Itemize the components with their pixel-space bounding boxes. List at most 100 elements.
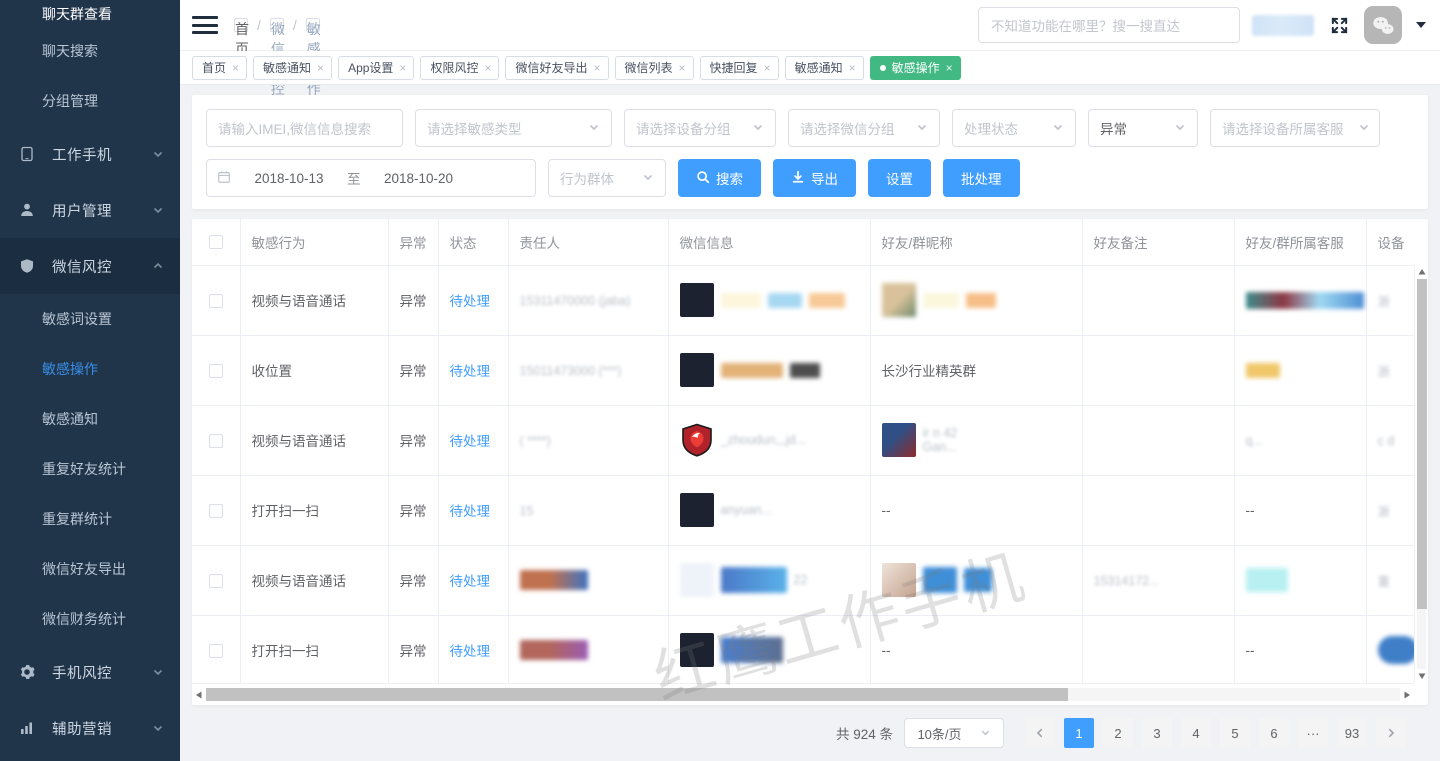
table-vertical-scrollbar[interactable] (1414, 265, 1428, 683)
abnormal-select[interactable]: 异常 (1088, 109, 1198, 147)
sidebar-item-sensitive-notifications[interactable]: 敏感通知 (0, 394, 180, 444)
fullscreen-icon[interactable] (1326, 12, 1352, 38)
sensitive-type-select[interactable]: 请选择敏感类型 (415, 109, 612, 147)
page-button-5[interactable]: 5 (1220, 718, 1250, 748)
status-link[interactable]: 待处理 (450, 504, 491, 519)
global-search-input[interactable]: 不知道功能在哪里？搜一搜直达 (978, 7, 1240, 43)
sidebar-item-sensitive-operations[interactable]: 敏感操作 (0, 344, 180, 394)
page-button-2[interactable]: 2 (1103, 718, 1133, 748)
page-button-last[interactable]: 93 (1337, 718, 1367, 748)
table-row[interactable]: 收位置 异常 待处理 15011473000 (***) 长沙行业精英群 浙 (192, 335, 1414, 406)
next-page-button[interactable] (1376, 718, 1406, 748)
wechat-group-select[interactable]: 请选择微信分组 (788, 109, 940, 147)
table-row[interactable]: 视频与语音通话 异常 待处理 15311470000 (jaba) 浙 (192, 265, 1414, 336)
page-button-3[interactable]: 3 (1142, 718, 1172, 748)
page-size-select[interactable]: 10条/页 (904, 718, 1004, 748)
row-checkbox[interactable] (208, 433, 223, 448)
tab-close-icon[interactable]: × (946, 62, 953, 74)
row-checkbox[interactable] (208, 293, 223, 308)
tab-close-icon[interactable]: × (593, 62, 600, 74)
tab-wechat-list[interactable]: 微信列表 × (614, 55, 694, 80)
sidebar-item-group-management[interactable]: 分组管理 (0, 76, 180, 126)
tab-close-icon[interactable]: × (317, 62, 324, 74)
tab-close-icon[interactable]: × (484, 62, 491, 74)
filter-panel: 请输入IMEI,微信信息搜索 请选择敏感类型 请选择设备分组 请选择微信分组 处… (192, 95, 1428, 209)
table-row[interactable]: 视频与语音通话 异常 待处理 ( ****) _zhoudun,,,jd... … (192, 405, 1414, 476)
export-button[interactable]: 导出 (773, 159, 856, 197)
sidebar-item-label: 微信好友导出 (42, 561, 126, 577)
redacted-text: 浙 (1377, 294, 1391, 309)
sidebar-group-user-management[interactable]: 用户管理 (0, 182, 180, 238)
scroll-left-icon[interactable] (192, 684, 206, 705)
scroll-right-icon[interactable] (1400, 684, 1414, 705)
behavior-group-select[interactable]: 行为群体 (548, 159, 666, 197)
sidebar-item-duplicate-group-stats[interactable]: 重复群统计 (0, 494, 180, 544)
table-row[interactable]: 视频与语音通话 异常 待处理 22 15314172... 重 (192, 545, 1414, 616)
batch-process-button[interactable]: 批处理 (943, 159, 1020, 197)
tab-quick-reply[interactable]: 快捷回复 × (699, 55, 779, 80)
tab-close-icon[interactable]: × (232, 62, 239, 74)
redacted-text: ir n 42 Gan... (922, 426, 958, 454)
sidebar-group-phone-risk-control[interactable]: 手机风控 (0, 644, 180, 700)
sidebar-item-sensitive-words[interactable]: 敏感词设置 (0, 294, 180, 344)
row-checkbox[interactable] (208, 363, 223, 378)
sidebar-item-chat-group-view[interactable]: 聊天群查看 (0, 0, 180, 26)
row-checkbox[interactable] (208, 643, 223, 658)
row-checkbox[interactable] (208, 503, 223, 518)
table-row[interactable]: 打开扫一扫 异常 待处理 -- -- (192, 615, 1414, 683)
tab-home[interactable]: 首页 × (192, 55, 248, 80)
avatar[interactable] (1364, 6, 1402, 44)
sidebar-group-work-phone[interactable]: 工作手机 (0, 126, 180, 182)
select-all-checkbox[interactable] (208, 235, 223, 250)
scroll-down-icon[interactable] (1415, 669, 1428, 683)
tab-close-icon[interactable]: × (679, 62, 686, 74)
status-link[interactable]: 待处理 (450, 294, 491, 309)
page-ellipsis[interactable]: ··· (1298, 718, 1328, 748)
handle-status-select[interactable]: 处理状态 (952, 109, 1076, 147)
page-button-6[interactable]: 6 (1259, 718, 1289, 748)
status-link[interactable]: 待处理 (450, 364, 491, 379)
hamburger-menu-icon[interactable] (192, 14, 218, 36)
sidebar-item-chat-search[interactable]: 聊天搜索 (0, 26, 180, 76)
device-customer-service-select[interactable]: 请选择设备所属客服 (1210, 109, 1380, 147)
breadcrumb-item-home[interactable]: 首页 (234, 18, 249, 57)
sidebar-group-wechat-risk-control[interactable]: 微信风控 (0, 238, 180, 294)
imei-search-input[interactable]: 请输入IMEI,微信信息搜索 (206, 109, 403, 147)
tab-close-icon[interactable]: × (849, 62, 856, 74)
breadcrumb-item-wechat-risk[interactable]: 微信风控 (269, 18, 285, 97)
sidebar-group-marketing-assist[interactable]: 辅助营销 (0, 700, 180, 756)
device-group-select[interactable]: 请选择设备分组 (624, 109, 776, 147)
row-checkbox[interactable] (208, 573, 223, 588)
table-horizontal-scrollbar[interactable] (192, 683, 1414, 705)
status-link[interactable]: 待处理 (450, 574, 491, 589)
status-link[interactable]: 待处理 (450, 644, 491, 659)
scroll-thumb[interactable] (1417, 279, 1427, 609)
tab-app-settings[interactable]: App设置 × (338, 55, 415, 80)
sidebar-item-duplicate-friend-stats[interactable]: 重复好友统计 (0, 444, 180, 494)
date-range-picker[interactable]: 2018-10-13 至 2018-10-20 (206, 159, 536, 197)
user-icon (18, 201, 36, 219)
page-button-1[interactable]: 1 (1064, 718, 1094, 748)
settings-button[interactable]: 设置 (868, 159, 931, 197)
cell-customer-service (1234, 545, 1367, 616)
tab-sensitive-notice-2[interactable]: 敏感通知 × (784, 55, 864, 80)
scroll-up-icon[interactable] (1415, 265, 1428, 279)
tab-sensitive-notice[interactable]: 敏感通知 × (253, 55, 333, 80)
status-link[interactable]: 待处理 (450, 434, 491, 449)
tab-wechat-friend-export[interactable]: 微信好友导出 × (505, 55, 609, 80)
page-button-4[interactable]: 4 (1181, 718, 1211, 748)
cell-customer-service (1234, 265, 1367, 336)
tab-sensitive-operations[interactable]: 敏感操作 × (869, 55, 961, 80)
prev-page-button[interactable] (1025, 718, 1055, 748)
sidebar-item-wechat-finance-stats[interactable]: 微信财务统计 (0, 594, 180, 644)
sidebar-item-wechat-friend-export[interactable]: 微信好友导出 (0, 544, 180, 594)
tab-permission-risk[interactable]: 权限风控 × (420, 55, 500, 80)
cell-nickname: -- (870, 615, 1083, 683)
tab-label: 微信好友导出 (515, 61, 588, 75)
user-menu-caret-icon[interactable] (1416, 22, 1426, 28)
table-row[interactable]: 打开扫一扫 异常 待处理 15 anyuan... -- -- 浙 (192, 475, 1414, 546)
tab-close-icon[interactable]: × (399, 62, 406, 74)
scroll-thumb[interactable] (206, 688, 1068, 701)
search-button[interactable]: 搜索 (678, 159, 761, 197)
tab-close-icon[interactable]: × (764, 62, 771, 74)
